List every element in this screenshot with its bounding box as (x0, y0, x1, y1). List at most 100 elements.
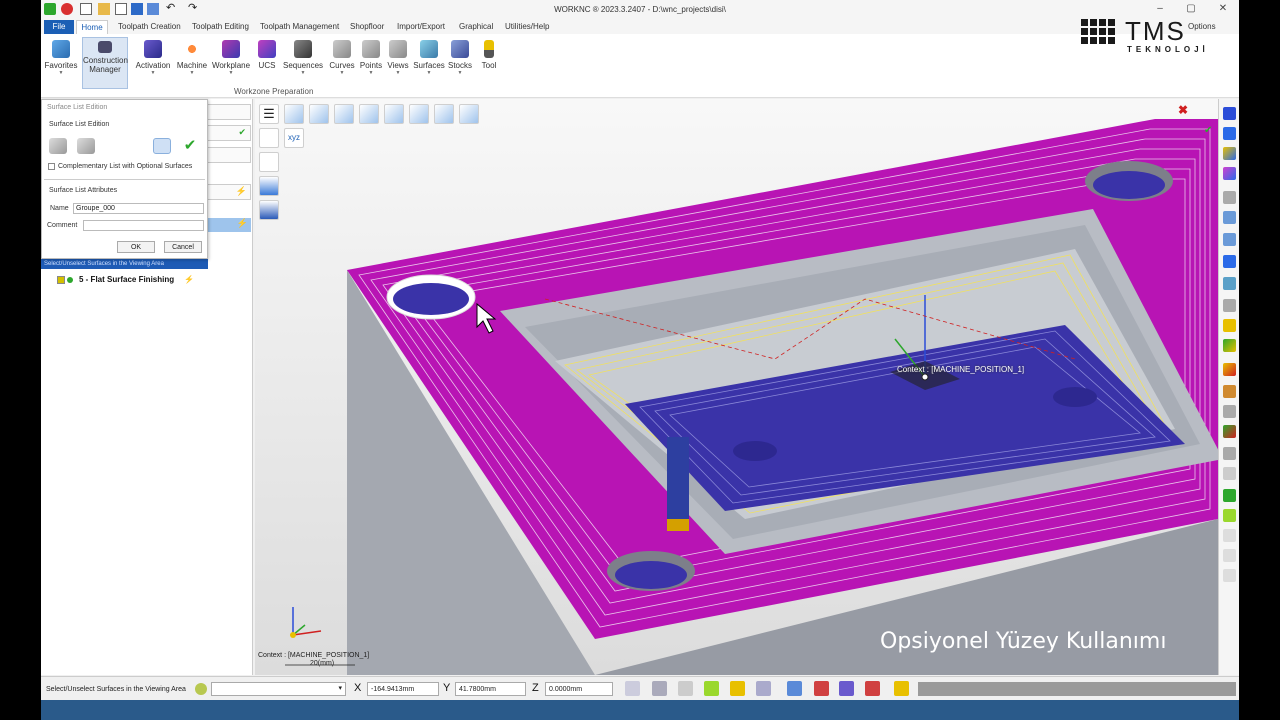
x-coordinate-field[interactable]: -164.9413mm (367, 682, 439, 696)
panel-row[interactable]: ⚡ (206, 184, 251, 200)
misc-icon-3[interactable] (1223, 569, 1236, 582)
favorites-button[interactable]: Favorites ▼ (43, 37, 79, 87)
cube-color-icon[interactable] (1223, 147, 1236, 160)
surface-tool-icon[interactable] (1223, 191, 1236, 204)
menu-shopfloor[interactable]: Shopfloor (350, 22, 384, 31)
misc-icon-1[interactable] (1223, 529, 1236, 542)
grid-status-icon[interactable] (865, 681, 880, 696)
menu-toolpath-editing[interactable]: Toolpath Editing (192, 22, 249, 31)
filter-icon[interactable] (1223, 299, 1236, 312)
menu-import-export[interactable]: Import/Export (397, 22, 445, 31)
shaded-view-icon[interactable] (259, 152, 279, 172)
status-combo[interactable]: ▾ (211, 682, 346, 696)
selected-row[interactable]: ⚡ (206, 218, 251, 232)
misc-icon-2[interactable] (1223, 549, 1236, 562)
diamond-icon[interactable] (1223, 489, 1236, 502)
stocks-button[interactable]: Stocks ▼ (447, 37, 473, 87)
cube-blue-icon[interactable] (1223, 127, 1236, 140)
complementary-list-checkbox[interactable] (48, 163, 55, 170)
menu-toolpath-management[interactable]: Toolpath Management (260, 22, 339, 31)
comment-field[interactable] (83, 220, 204, 231)
process-icon[interactable] (894, 681, 909, 696)
cube-view-icon[interactable] (1223, 107, 1236, 120)
view-back-icon[interactable] (409, 104, 429, 124)
zoom-fit-icon[interactable] (459, 104, 479, 124)
machine-label: Machine (176, 61, 208, 70)
menu-graphical[interactable]: Graphical (459, 22, 493, 31)
item-checkbox[interactable] (57, 275, 65, 284)
close-icon[interactable]: ✖ (1178, 103, 1188, 117)
tool-button[interactable]: Tool (478, 37, 500, 87)
panel-row[interactable] (206, 147, 251, 163)
select-surfaces-icon[interactable] (153, 138, 171, 154)
select-yellow-icon[interactable] (730, 681, 745, 696)
close-window-icon[interactable]: ✕ (1216, 3, 1230, 14)
arrow-tool-icon[interactable] (1223, 363, 1236, 376)
layer-2-icon[interactable] (1223, 233, 1236, 246)
view-top-icon[interactable] (309, 104, 329, 124)
select-filter-icon[interactable] (756, 681, 771, 696)
axis-xyz-icon[interactable]: xyz (284, 128, 304, 148)
select-cursor-icon[interactable] (625, 681, 640, 696)
menu-toolpath-creation[interactable]: Toolpath Creation (118, 22, 181, 31)
file-menu-button[interactable]: File (44, 20, 74, 34)
up-down-icon[interactable] (1223, 385, 1236, 398)
activation-button[interactable]: Activation ▼ (133, 37, 173, 87)
snap-icon[interactable] (787, 681, 802, 696)
graphics-viewport[interactable]: ☰ xyz ✖ ✔ Context : [MACHINE_POSITION_1]… (255, 99, 1218, 675)
stock-view-icon[interactable] (259, 176, 279, 196)
workplane-button[interactable]: Workplane ▼ (211, 37, 251, 87)
views-button[interactable]: Views ▼ (386, 37, 410, 87)
add-surface-icon[interactable] (49, 138, 67, 154)
3d-model-view[interactable] (255, 99, 1218, 675)
status-icon (195, 683, 207, 695)
maximize-icon[interactable]: ▢ (1184, 3, 1198, 14)
validate-icon[interactable]: ✔ (181, 138, 199, 154)
measure-icon[interactable] (1223, 277, 1236, 290)
y-coordinate-field[interactable]: 41.7800mm (455, 682, 526, 696)
menu-icon[interactable]: ☰ (259, 104, 279, 124)
z-coordinate-field[interactable]: 0.0000mm (545, 682, 613, 696)
sequences-button[interactable]: Sequences ▼ (283, 37, 323, 87)
cancel-button[interactable]: Cancel (164, 241, 202, 253)
select-surface-icon[interactable] (678, 681, 693, 696)
check-icon[interactable]: ✔ (1204, 125, 1212, 136)
cylinder-view-icon[interactable] (259, 128, 279, 148)
structure-icon[interactable] (839, 681, 854, 696)
select-green-icon[interactable] (704, 681, 719, 696)
ok-button[interactable]: OK (117, 241, 155, 253)
tab-home[interactable]: Home (76, 20, 108, 34)
surfaces-button[interactable]: Surfaces ▼ (413, 37, 445, 87)
stack-icon[interactable] (1223, 255, 1236, 268)
cube-magenta-icon[interactable] (1223, 167, 1236, 180)
select-box-icon[interactable] (652, 681, 667, 696)
logo-mark (1081, 19, 1115, 44)
ucs-button[interactable]: UCS (256, 37, 278, 87)
link-icon[interactable] (1223, 405, 1236, 418)
points-button[interactable]: Points ▼ (358, 37, 384, 87)
minimize-icon[interactable]: – (1153, 3, 1167, 14)
tree-item-flat-surface-finishing[interactable]: 5 - Flat Surface Finishing ⚡ (57, 275, 194, 287)
view-front-icon[interactable] (334, 104, 354, 124)
green-tool-icon[interactable] (1223, 339, 1236, 352)
name-field[interactable]: Groupe_000 (73, 203, 204, 214)
plane-icon[interactable] (1223, 467, 1236, 480)
direction-icon[interactable] (1223, 425, 1236, 438)
panel-row[interactable]: ✔ (206, 125, 251, 141)
view-bottom-icon[interactable] (434, 104, 454, 124)
grid-icon[interactable] (1223, 447, 1236, 460)
machine-status-icon[interactable] (814, 681, 829, 696)
panel-row[interactable] (206, 104, 251, 120)
curves-button[interactable]: Curves ▼ (329, 37, 355, 87)
solid-view-icon[interactable] (259, 200, 279, 220)
view-iso-icon[interactable] (284, 104, 304, 124)
menu-utilities-help[interactable]: Utilities/Help (505, 22, 549, 31)
view-right-icon[interactable] (359, 104, 379, 124)
tool-path-icon[interactable] (1223, 319, 1236, 332)
green-arrow-icon[interactable] (1223, 509, 1236, 522)
construction-manager-button[interactable]: Construction Manager (82, 37, 128, 89)
machine-button[interactable]: Machine ▼ (175, 37, 209, 87)
layer-icon[interactable] (1223, 211, 1236, 224)
remove-surface-icon[interactable] (77, 138, 95, 154)
view-left-icon[interactable] (384, 104, 404, 124)
